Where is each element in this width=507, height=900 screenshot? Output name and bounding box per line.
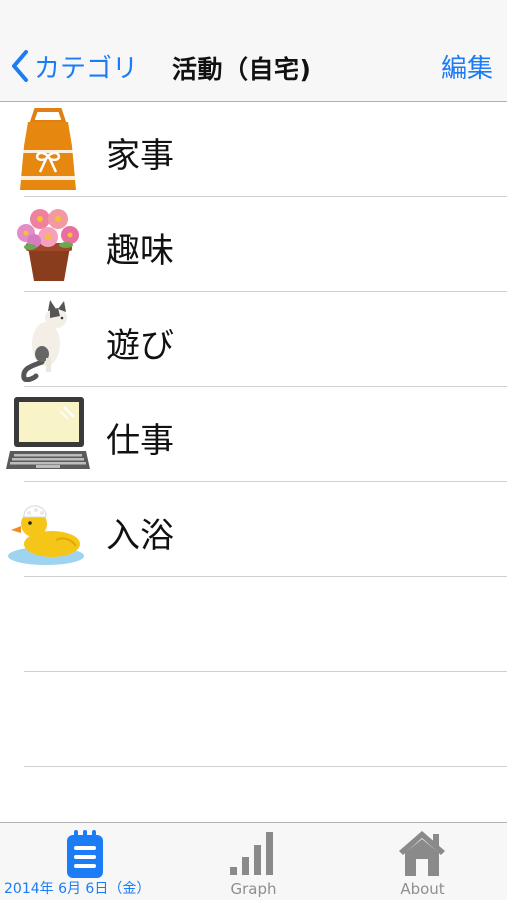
tab-about[interactable]: About — [338, 823, 507, 900]
tab-bar: 2014年 6月 6日（金） Graph About — [0, 822, 507, 900]
activity-list: 家事 趣味 遊び 仕事 入浴 — [0, 102, 507, 767]
row-divider — [24, 766, 507, 767]
house-icon — [399, 831, 445, 876]
list-item-work[interactable]: 仕事 — [0, 387, 507, 482]
rubber-duck-icon — [8, 505, 84, 565]
flower-pot-icon — [17, 209, 79, 281]
list-item-label: 仕事 — [106, 421, 174, 461]
notepad-icon — [67, 830, 103, 878]
apron-icon — [20, 108, 76, 190]
list-item-play[interactable]: 遊び — [0, 292, 507, 387]
list-item-label: 趣味 — [106, 231, 174, 271]
list-item-label: 遊び — [106, 326, 174, 366]
back-button-label: カテゴリ — [34, 53, 139, 84]
empty-row — [0, 577, 507, 672]
tab-about-label: About — [400, 880, 445, 898]
empty-row — [0, 672, 507, 767]
page-title: 活動（自宅) — [172, 55, 312, 84]
list-item-housework[interactable]: 家事 — [0, 102, 507, 197]
list-item-label: 家事 — [106, 136, 174, 176]
cat-icon — [21, 300, 67, 382]
list-item-label: 入浴 — [106, 516, 174, 556]
navigation-bar: カテゴリ 活動（自宅) 編集 — [0, 32, 507, 102]
chevron-left-icon — [12, 50, 28, 82]
tab-diary-label: 2014年 6月 6日（金） — [4, 881, 151, 897]
edit-button[interactable]: 編集 — [441, 48, 493, 85]
laptop-icon — [6, 397, 90, 469]
back-button[interactable]: カテゴリ — [10, 46, 138, 86]
tab-diary[interactable]: 2014年 6月 6日（金） — [0, 823, 169, 900]
tab-graph[interactable]: Graph — [169, 823, 338, 900]
tab-graph-label: Graph — [230, 880, 277, 898]
list-item-hobby[interactable]: 趣味 — [0, 197, 507, 292]
status-bar — [0, 0, 507, 32]
bar-graph-icon — [230, 832, 273, 875]
list-item-bath[interactable]: 入浴 — [0, 482, 507, 577]
